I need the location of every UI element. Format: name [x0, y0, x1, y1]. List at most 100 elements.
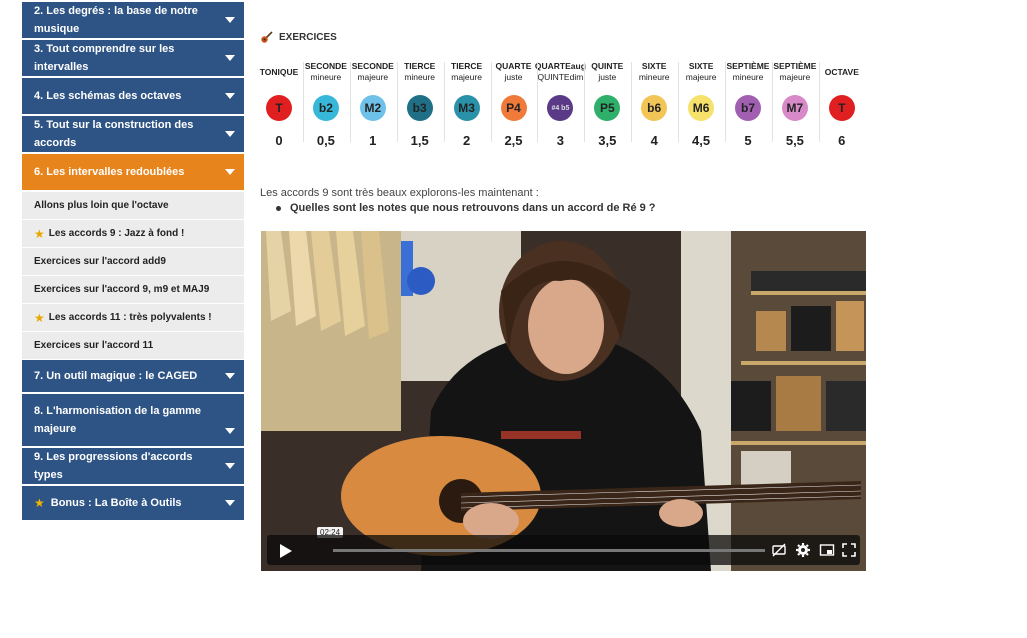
- interval-quality: juste: [504, 72, 523, 82]
- interval-tone-value: 0,5: [316, 133, 335, 148]
- section-progressions[interactable]: 9. Les progressions d'accords types: [22, 448, 244, 486]
- chevron-down-icon[interactable]: [225, 93, 235, 99]
- interval-tone-value: 3,5: [598, 133, 617, 148]
- chevron-down-icon[interactable]: [225, 500, 235, 506]
- lesson-item[interactable]: Exercices sur l'accord add9: [22, 248, 244, 276]
- question-text: Quelles sont les notes que nous retrouvo…: [290, 202, 656, 214]
- chevron-down-icon[interactable]: [225, 463, 235, 469]
- interval-tone-value: 6: [838, 133, 846, 148]
- section-intervalles[interactable]: 3. Tout comprendre sur les intervalles: [22, 40, 244, 78]
- interval-column: QUARTEaug QUINTEdim #4 b5 3: [535, 58, 586, 158]
- interval-quality: majeure: [685, 72, 717, 82]
- lesson-item[interactable]: ★ Les accords 11 : très polyvalents !: [22, 304, 244, 332]
- interval-quality: mineure: [638, 72, 670, 82]
- interval-symbol-badge: b7: [735, 95, 761, 121]
- section-label: Bonus : La Boîte à Outils: [50, 497, 182, 509]
- lesson-item[interactable]: Exercices sur l'accord 11: [22, 332, 244, 360]
- picture-in-picture-icon[interactable]: [819, 542, 835, 558]
- interval-label: SIXTE majeure: [678, 58, 724, 86]
- chevron-down-icon[interactable]: [225, 55, 235, 61]
- interval-name: SIXTE: [641, 61, 667, 71]
- interval-tone-value: 1,5: [410, 133, 429, 148]
- intro-text: Les accords 9 sont très beaux explorons-…: [260, 187, 539, 199]
- lesson-item[interactable]: ★ Les accords 9 : Jazz à fond !: [22, 220, 244, 248]
- interval-quality: mineure: [404, 72, 436, 82]
- section-caged[interactable]: 7. Un outil magique : le CAGED: [22, 360, 244, 394]
- interval-name: SIXTE: [688, 61, 714, 71]
- interval-column: SECONDE majeure M2 1: [350, 58, 396, 158]
- guitar-icon: [261, 31, 273, 43]
- interval-label: QUARTEaug QUINTEdim: [535, 58, 586, 86]
- interval-column: QUINTE juste P5 3,5: [584, 58, 630, 158]
- interval-column: OCTAVE T 6: [819, 58, 865, 158]
- chevron-down-icon[interactable]: [225, 17, 235, 23]
- interval-label: SEPTIÈME mineure: [725, 58, 771, 86]
- interval-name: QUINTE: [591, 61, 624, 71]
- column-divider: [302, 62, 304, 142]
- interval-quality: majeure: [779, 72, 811, 82]
- play-icon[interactable]: [275, 541, 295, 561]
- chevron-down-icon[interactable]: [225, 131, 235, 137]
- interval-column: QUARTE juste P4 2,5: [491, 58, 537, 158]
- interval-quality: QUINTEdim: [537, 72, 584, 82]
- video-player[interactable]: 02:24: [261, 231, 866, 571]
- interval-name: SECONDE: [304, 61, 347, 71]
- section-bonus[interactable]: ★ Bonus : La Boîte à Outils: [22, 486, 244, 522]
- interval-column: SIXTE majeure M6 4,5: [678, 58, 724, 158]
- section-degres[interactable]: 2. Les degrés : la base de notre musique: [22, 2, 244, 40]
- interval-column: SECONDE mineure b2 0,5: [303, 58, 349, 158]
- subtitles-off-icon[interactable]: [771, 542, 787, 558]
- section-accords[interactable]: 5. Tout sur la construction des accords: [22, 116, 244, 154]
- interval-column: TONIQUE T 0: [256, 58, 302, 158]
- progress-bar[interactable]: [333, 549, 765, 552]
- interval-symbol-badge: T: [828, 95, 855, 121]
- interval-symbol-badge: b6: [641, 95, 668, 121]
- lesson-item[interactable]: Allons plus loin que l'octave: [22, 192, 244, 220]
- interval-label: TIERCE majeure: [444, 58, 490, 86]
- interval-tone-value: 5,5: [785, 133, 804, 148]
- interval-column: TIERCE majeure M3 2: [444, 58, 490, 158]
- section-octaves[interactable]: 4. Les schémas des octaves: [22, 78, 244, 116]
- video-frame[interactable]: [261, 231, 866, 571]
- section-label: 6. Les intervalles redoublées: [34, 166, 185, 178]
- interval-quality: majeure: [451, 72, 482, 82]
- interval-quality: mineure: [732, 72, 764, 82]
- lesson-label: Exercices sur l'accord 11: [34, 340, 154, 351]
- interval-symbol-badge: b2: [312, 95, 339, 121]
- column-divider: [584, 62, 586, 142]
- interval-label: QUINTE juste: [584, 58, 630, 86]
- chevron-down-icon[interactable]: [225, 428, 235, 434]
- column-divider: [537, 62, 539, 142]
- lesson-item[interactable]: Exercices sur l'accord 9, m9 et MAJ9: [22, 276, 244, 304]
- chevron-down-icon[interactable]: [225, 373, 235, 379]
- section-intervalles-redoublees[interactable]: 6. Les intervalles redoublées: [22, 154, 244, 192]
- settings-gear-icon[interactable]: [795, 542, 811, 558]
- column-divider: [678, 62, 680, 142]
- interval-column: TIERCE mineure b3 1,5: [397, 58, 443, 158]
- lesson-label: Allons plus loin que l'octave: [34, 200, 169, 211]
- interval-name: TONIQUE: [259, 66, 299, 77]
- column-divider: [771, 62, 773, 142]
- interval-symbol-badge: b3: [406, 95, 433, 121]
- interval-name: SEPTIÈME: [726, 61, 770, 71]
- interval-quality: majeure: [357, 72, 389, 82]
- section-label: 9. Les progressions d'accords types: [34, 451, 193, 481]
- bullet-icon: [276, 205, 281, 211]
- fullscreen-icon[interactable]: [841, 542, 857, 558]
- interval-name: TIERCE: [451, 61, 483, 71]
- column-divider: [443, 62, 445, 142]
- interval-tone-value: 2: [462, 133, 471, 148]
- interval-tone-value: 1: [369, 133, 377, 148]
- section-label: 2. Les degrés : la base de notre musique: [34, 5, 198, 35]
- interval-name: OCTAVE: [824, 66, 859, 77]
- interval-quality: mineure: [310, 72, 342, 82]
- interval-symbol-badge: M6: [688, 95, 715, 121]
- chevron-down-icon[interactable]: [225, 169, 235, 175]
- course-sidebar: 2. Les degrés : la base de notre musique…: [22, 0, 244, 522]
- section-harmonisation[interactable]: 8. L'harmonisation de la gamme majeure: [22, 394, 244, 448]
- interval-symbol-badge: M2: [359, 95, 386, 121]
- column-divider: [818, 62, 820, 142]
- interval-symbol-badge: P4: [500, 95, 527, 121]
- interval-quality: juste: [598, 72, 617, 82]
- interval-column: SEPTIÈME mineure b7 5: [725, 58, 771, 158]
